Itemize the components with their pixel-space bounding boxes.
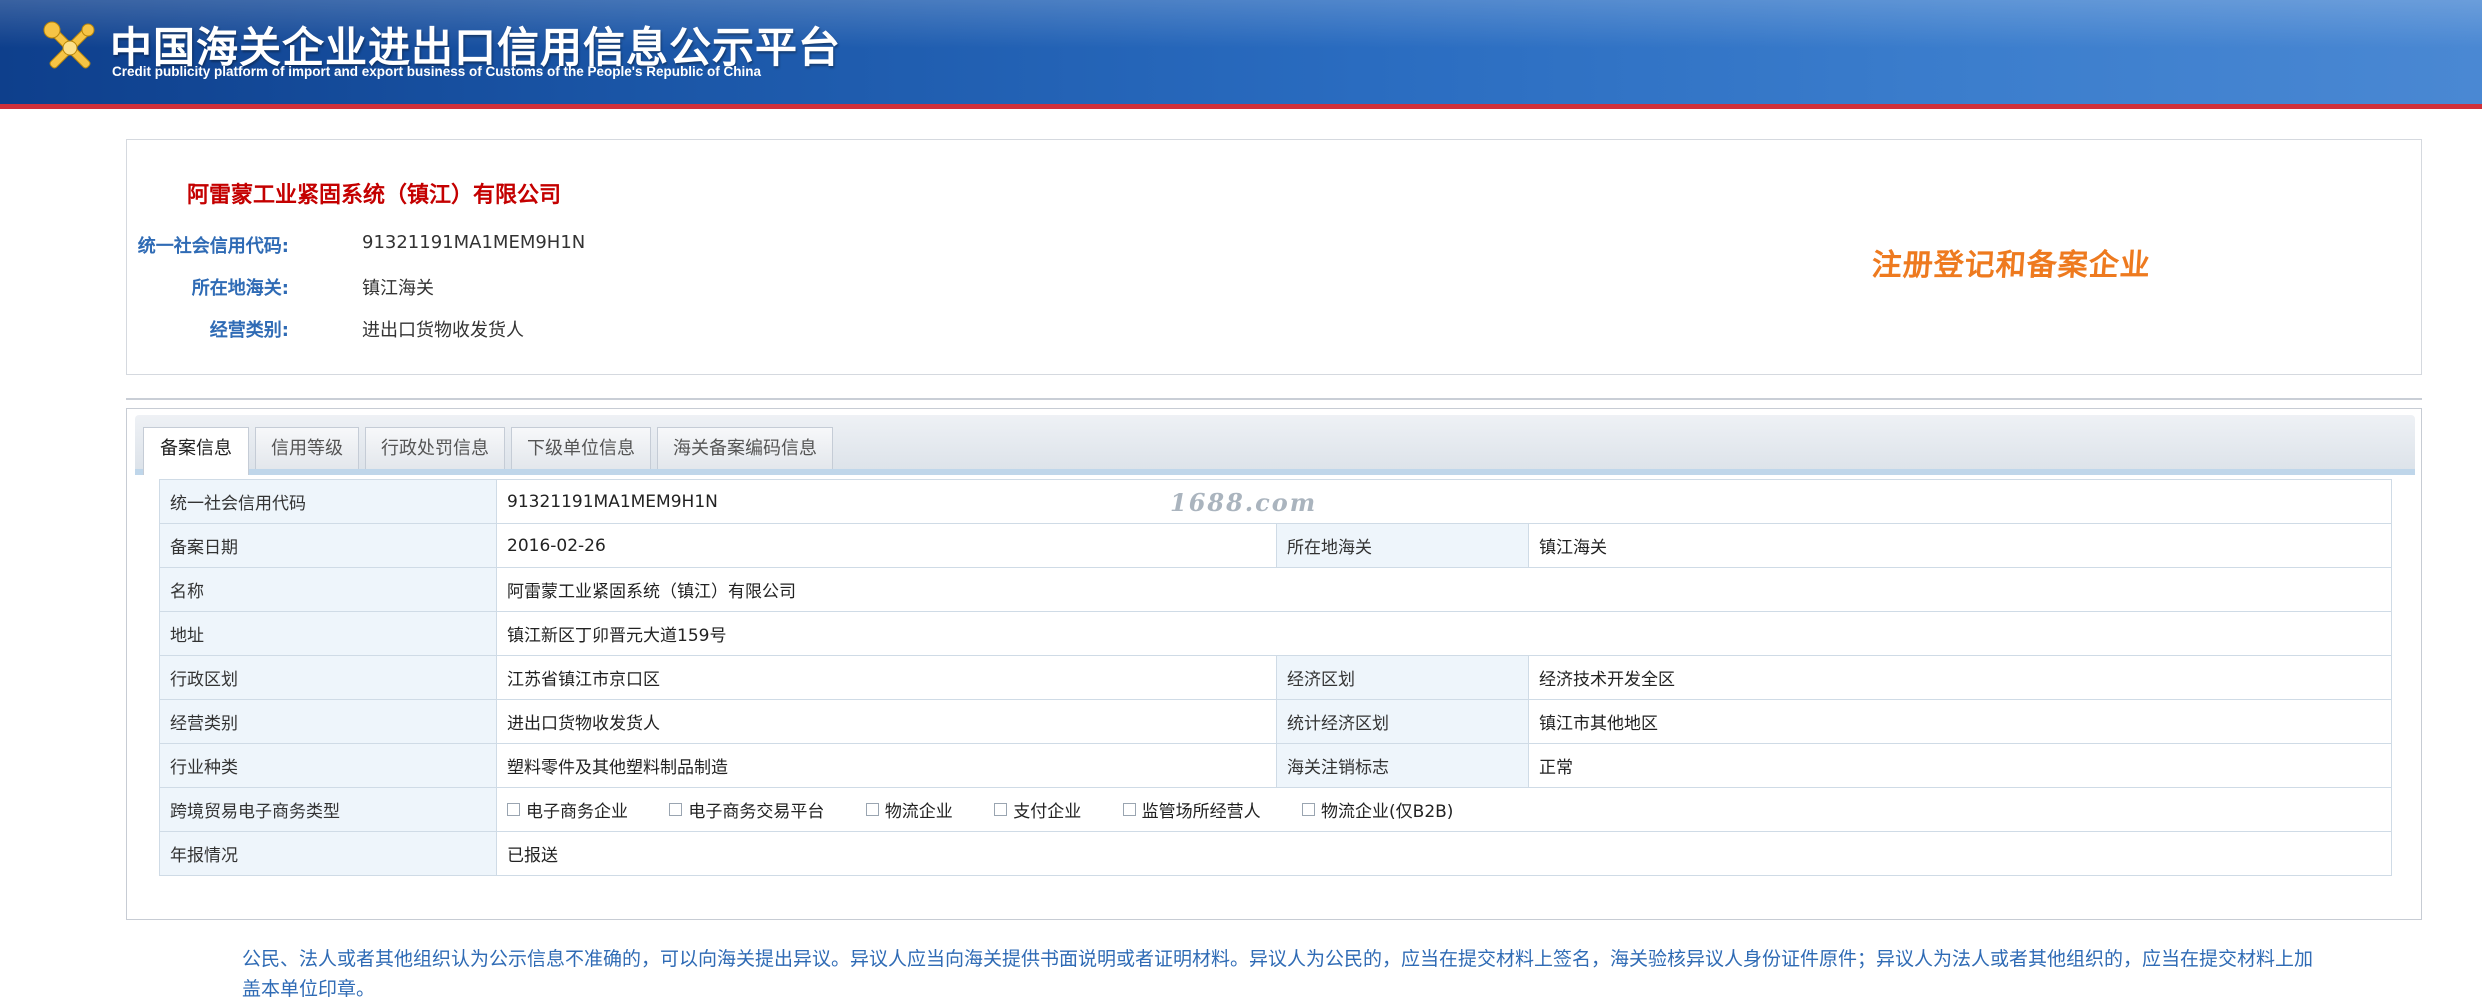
table-row: 跨境贸易电子商务类型 电子商务企业 电子商务交易平台 物流企业 支付企业 监管场… [159,787,2393,832]
option-label: 物流企业(仅B2B) [1321,802,1454,822]
checkbox-icon[interactable] [507,803,520,816]
business-type-label: 经营类别: [209,320,289,341]
credit-code-label: 统一社会信用代码: [137,236,289,257]
option-label: 电子商务交易平台 [688,802,825,822]
checkbox-icon[interactable] [669,803,683,816]
credit-code-value: 91321191MA1MEM9H1N [362,232,586,253]
ecommerce-option-supervised-site[interactable]: 监管场所经营人 [1122,797,1261,822]
company-name: 阿雷蒙工业紧固系统（镇江）有限公司 [187,183,562,208]
option-label: 支付企业 [1013,802,1082,822]
table-value: 塑料零件及其他塑料制品制造 [496,743,1277,788]
ecommerce-option-enterprise[interactable]: 电子商务企业 [507,797,628,822]
table-value: 江苏省镇江市京口区 [496,655,1277,700]
ecommerce-option-logistics[interactable]: 物流企业 [865,797,953,822]
checkbox-icon[interactable] [865,803,879,816]
ecommerce-options: 电子商务企业 电子商务交易平台 物流企业 支付企业 监管场所经营人 物流企业(仅… [495,787,2393,832]
table-label: 备案日期 [159,523,497,568]
info-row-customs: 所在地海关: 镇江海关 [127,274,727,304]
table-label: 经营类别 [159,699,497,744]
table-label: 统计经济区划 [1276,699,1529,744]
table-value: 阿雷蒙工业紧固系统（镇江）有限公司 [495,567,2393,612]
tab-bar: 备案信息 信用等级 行政处罚信息 下级单位信息 海关备案编码信息 [135,415,2415,475]
objection-notice: 公民、法人或者其他组织认为公示信息不准确的，可以向海关提出异议。异议人应当向海关… [242,948,2314,1000]
table-value: 正常 [1527,743,2393,788]
site-subtitle: Credit publicity platform of import and … [112,64,762,79]
table-label: 海关注销标志 [1276,743,1529,788]
customs-label: 所在地海关: [191,278,289,299]
filing-info-table: 统一社会信用代码 91321191MA1MEM9H1N 备案日期 2016-02… [159,479,2393,876]
table-value: 镇江市其他地区 [1527,699,2393,744]
business-type-value: 进出口货物收发货人 [362,320,524,341]
site-header: 中国海关企业进出口信用信息公示平台 Credit publicity platf… [0,0,2482,109]
table-row: 名称 阿雷蒙工业紧固系统（镇江）有限公司 [159,567,2393,612]
table-value: 镇江新区丁卯晋元大道159号 [495,611,2393,656]
table-value: 进出口货物收发货人 [496,699,1277,744]
watermark: 1688.com [1170,488,1318,517]
table-label: 地址 [159,611,497,656]
option-label: 电子商务企业 [526,802,628,822]
customs-value: 镇江海关 [362,278,434,299]
table-row: 地址 镇江新区丁卯晋元大道159号 [159,611,2393,656]
tab-customs-codes[interactable]: 海关备案编码信息 [657,427,833,469]
ecommerce-option-platform[interactable]: 电子商务交易平台 [669,797,824,822]
table-row: 年报情况 已报送 [159,831,2393,876]
table-value: 镇江海关 [1527,523,2393,568]
table-label: 所在地海关 [1276,523,1529,568]
section-divider [126,398,2422,400]
registration-stamp: 注册登记和备案企业 [1870,248,2152,283]
table-label: 行业种类 [159,743,497,788]
checkbox-icon[interactable] [994,803,1008,816]
table-value: 经济技术开发全区 [1527,655,2393,700]
checkbox-icon[interactable] [1302,803,1316,816]
table-row: 行政区划 江苏省镇江市京口区 经济区划 经济技术开发全区 [159,655,2393,700]
info-row-credit-code: 统一社会信用代码: 91321191MA1MEM9H1N [127,232,727,262]
tab-subordinate-units[interactable]: 下级单位信息 [511,427,651,469]
checkbox-icon[interactable] [1122,803,1136,816]
table-label: 经济区划 [1276,655,1529,700]
info-row-business-type: 经营类别: 进出口货物收发货人 [127,316,727,346]
record-tabs-panel: 备案信息 信用等级 行政处罚信息 下级单位信息 海关备案编码信息 统一社会信用代… [126,408,2422,920]
tab-credit-rating[interactable]: 信用等级 [255,427,359,469]
company-summary-panel: 阿雷蒙工业紧固系统（镇江）有限公司 统一社会信用代码: 91321191MA1M… [126,139,2422,375]
tab-penalty-info[interactable]: 行政处罚信息 [365,427,505,469]
table-label: 名称 [159,567,497,612]
ecommerce-option-payment[interactable]: 支付企业 [994,797,1081,822]
table-value: 已报送 [495,831,2393,876]
customs-emblem-icon [43,21,95,69]
tab-filing-info[interactable]: 备案信息 [143,427,249,475]
table-label: 跨境贸易电子商务类型 [159,787,497,832]
table-row: 经营类别 进出口货物收发货人 统计经济区划 镇江市其他地区 [159,699,2393,744]
ecommerce-option-logistics-b2b[interactable]: 物流企业(仅B2B) [1302,797,1453,822]
table-label: 年报情况 [159,831,497,876]
table-label: 统一社会信用代码 [159,479,497,524]
table-value: 91321191MA1MEM9H1N [495,479,2393,524]
table-value: 2016-02-26 [496,523,1277,568]
table-row: 行业种类 塑料零件及其他塑料制品制造 海关注销标志 正常 [159,743,2393,788]
option-label: 监管场所经营人 [1141,802,1261,822]
option-label: 物流企业 [884,802,953,822]
table-label: 行政区划 [159,655,497,700]
table-row: 备案日期 2016-02-26 所在地海关 镇江海关 [159,523,2393,568]
